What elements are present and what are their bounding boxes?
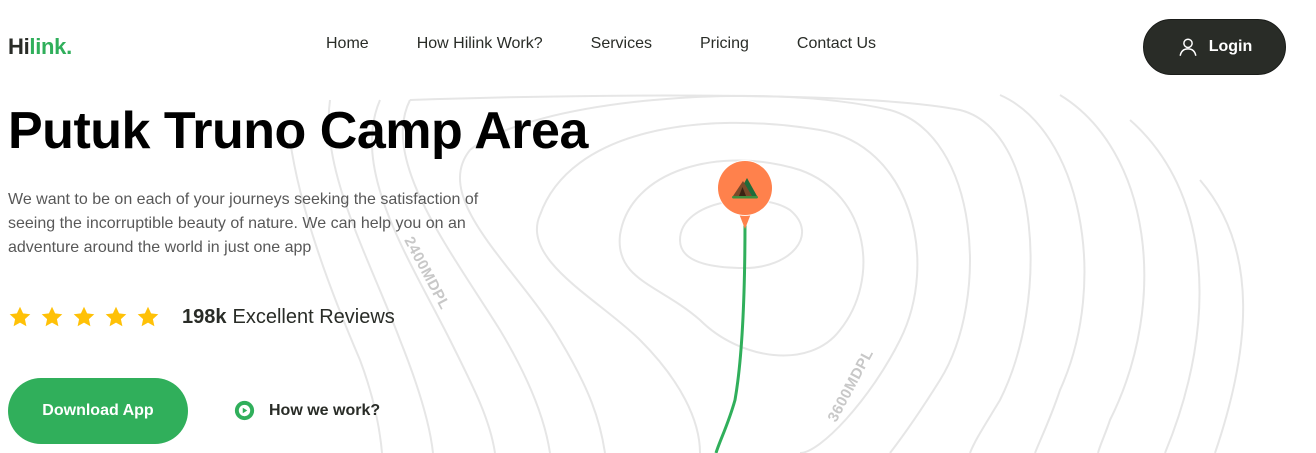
login-button[interactable]: Login [1143,19,1286,75]
download-app-button[interactable]: Download App [8,378,188,444]
reviews-rating: 198k Excellent Reviews [8,305,395,329]
nav-pricing[interactable]: Pricing [700,35,749,53]
brand-name-green: link. [29,34,72,59]
star-icon [9,306,31,327]
nav-home[interactable]: Home [326,35,369,53]
star-icon [137,306,159,327]
camp-location-pin[interactable] [714,159,776,231]
review-count: 198k [182,305,227,328]
star-rating [8,305,160,329]
brand-name-dark: Hi [8,34,30,59]
trail-path [714,221,747,453]
nav-contact-us[interactable]: Contact Us [797,35,876,53]
main-nav: Home How Hilink Work? Services Pricing C… [326,35,924,53]
how-we-work-label: How we work? [269,401,381,419]
play-icon [234,400,255,421]
star-icon [105,306,127,327]
how-we-work-button[interactable]: How we work? [234,400,380,421]
review-label: Excellent Reviews [232,305,395,328]
hero-description: We want to be on each of your journeys s… [8,191,479,256]
site-header: Hilink. Home How Hilink Work? Services P… [0,0,1316,95]
nav-how-it-works[interactable]: How Hilink Work? [417,35,543,53]
hero-section: Putuk Truno Camp Area We want to be on e… [8,100,588,256]
brand-logo[interactable]: Hilink. [8,34,72,60]
star-icon [41,306,63,327]
user-icon [1179,38,1197,56]
nav-services[interactable]: Services [591,35,652,53]
login-label: Login [1208,38,1253,55]
page-title: Putuk Truno Camp Area [8,102,588,160]
star-icon [73,306,95,327]
